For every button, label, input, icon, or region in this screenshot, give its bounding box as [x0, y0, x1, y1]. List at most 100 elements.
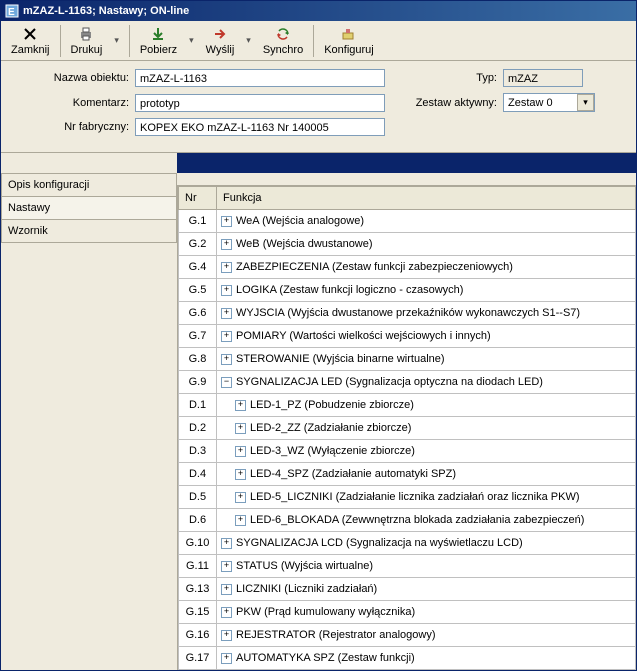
table-row[interactable]: G.15+PKW (Prąd kumulowany wyłącznika) [179, 601, 636, 624]
row-nr: G.17 [179, 647, 217, 670]
row-nr: G.7 [179, 325, 217, 348]
table-row[interactable]: G.13+LICZNIKI (Liczniki zadziałań) [179, 578, 636, 601]
config-button[interactable]: Konfiguruj [318, 23, 380, 58]
print-label: Drukuj [71, 43, 103, 56]
sync-label: Synchro [263, 43, 303, 56]
expand-icon[interactable]: + [221, 262, 232, 273]
window-titlebar: E mZAZ-L-1163; Nastawy; ON-line [1, 1, 636, 21]
expand-icon[interactable]: + [221, 285, 232, 296]
table-row[interactable]: G.8 + STEROWANIE (Wyjścia binarne wirtualn… [179, 348, 636, 371]
printer-icon [78, 25, 94, 43]
row-fn: + WeA (Wejścia analogowe) [217, 210, 636, 233]
gear-icon [341, 25, 357, 43]
content-header-strip [177, 153, 636, 173]
row-label: ZABEZPIECZENIA (Zestaw funkcji zabezpiec… [236, 261, 513, 273]
table-row[interactable]: G.1+WeA (Wejścia analogowe) [179, 210, 636, 233]
expand-icon[interactable]: + [235, 400, 246, 411]
table-row[interactable]: G.11+STATUS (Wyjścia wirtualne) [179, 555, 636, 578]
row-label: WeA (Wejścia analogowe) [236, 215, 364, 227]
col-header-fn[interactable]: Funkcja [217, 187, 636, 210]
expand-icon[interactable]: + [235, 469, 246, 480]
expand-icon[interactable]: + [235, 515, 246, 526]
row-label: STEROWANIE (Wyjścia binarne wirtualne) [236, 353, 445, 365]
table-row[interactable]: G.6 + WYJSCIA (Wyjścia dwustanowe przekaźn… [179, 302, 636, 325]
download-dropdown-icon[interactable]: ▾ [183, 35, 200, 46]
row-label: LED-5_LICZNIKI (Zadziałanie licznika zad… [250, 491, 580, 503]
comment-label: Komentarz: [11, 97, 135, 109]
table-row[interactable]: G.17 + AUTOMATYKA SPZ (Zestaw funkcji) [179, 647, 636, 670]
expand-icon[interactable]: + [235, 446, 246, 457]
table-row[interactable]: D.5 + LED-5_LICZNIKI (Zadziałanie licznika… [179, 486, 636, 509]
active-set-select[interactable]: Zestaw 0 ▾ [503, 93, 595, 112]
serial-label: Nr fabryczny: [11, 121, 135, 133]
table-row[interactable]: G.16+REJESTRATOR (Rejestrator analogowy) [179, 624, 636, 647]
form-area: Nazwa obiektu: mZAZ-L-1163 Typ: mZAZ Kom… [1, 61, 636, 153]
row-fn: + LED-6_BLOKADA (Zewwnętrzna blokada zadz… [217, 509, 636, 532]
object-name-field[interactable]: mZAZ-L-1163 [135, 69, 385, 87]
table-row[interactable]: D.4+LED-4_SPZ (Zadziałanie automatyki SP… [179, 463, 636, 486]
row-label: WYJSCIA (Wyjścia dwustanowe przekaźników… [236, 307, 580, 319]
serial-field[interactable]: KOPEX EKO mZAZ-L-1163 Nr 140005 [135, 118, 385, 136]
expand-icon[interactable]: + [221, 239, 232, 250]
expand-icon[interactable]: + [221, 630, 232, 641]
grid: Nr Funkcja G.1+WeA (Wejścia analogowe)G.… [177, 185, 636, 670]
send-button[interactable]: Wyślij [200, 23, 241, 58]
send-icon [212, 25, 228, 43]
toolbar-separator [60, 25, 61, 57]
row-fn: + WYJSCIA (Wyjścia dwustanowe przekaźnikó… [217, 302, 636, 325]
table-row[interactable]: G.9−SYGNALIZACJA LED (Sygnalizacja optyc… [179, 371, 636, 394]
comment-field[interactable]: prototyp [135, 94, 385, 112]
tab-template[interactable]: Wzornik [1, 220, 177, 243]
expand-icon[interactable]: + [221, 561, 232, 572]
print-dropdown-icon[interactable]: ▾ [108, 35, 125, 46]
row-fn: +SYGNALIZACJA LCD (Sygnalizacja na wyświ… [217, 532, 636, 555]
expand-icon[interactable]: + [221, 308, 232, 319]
row-label: REJESTRATOR (Rejestrator analogowy) [236, 629, 436, 641]
row-fn: +LED-2_ZZ (Zadziałanie zbiorcze) [217, 417, 636, 440]
print-button[interactable]: Drukuj [65, 23, 109, 58]
table-row[interactable]: G.7 + POMIARY (Wartości wielkości wejściow… [179, 325, 636, 348]
expand-icon[interactable]: + [235, 492, 246, 503]
expand-icon[interactable]: + [221, 354, 232, 365]
table-row[interactable]: G.4+ZABEZPIECZENIA (Zestaw funkcji zabez… [179, 256, 636, 279]
table-row[interactable]: D.2+LED-2_ZZ (Zadziałanie zbiorcze) [179, 417, 636, 440]
type-label: Typ: [385, 72, 503, 84]
row-nr: G.11 [179, 555, 217, 578]
row-nr: G.6 [179, 302, 217, 325]
expand-icon[interactable]: + [221, 653, 232, 664]
window-title: mZAZ-L-1163; Nastawy; ON-line [23, 1, 189, 21]
expand-icon[interactable]: + [221, 538, 232, 549]
expand-icon[interactable]: + [235, 423, 246, 434]
close-button[interactable]: Zamknij [5, 23, 56, 58]
row-label: AUTOMATYKA SPZ (Zestaw funkcji) [236, 652, 415, 664]
table-row[interactable]: G.2+WeB (Wejścia dwustanowe) [179, 233, 636, 256]
download-button[interactable]: Pobierz [134, 23, 183, 58]
row-nr: D.4 [179, 463, 217, 486]
row-label: POMIARY (Wartości wielkości wejściowych … [236, 330, 491, 342]
row-nr: D.5 [179, 486, 217, 509]
expand-icon[interactable]: + [221, 584, 232, 595]
collapse-icon[interactable]: − [221, 377, 232, 388]
table-row[interactable]: D.1+LED-1_PZ (Pobudzenie zbiorcze) [179, 394, 636, 417]
sync-icon [275, 25, 291, 43]
tab-config-desc[interactable]: Opis konfiguracji [1, 173, 177, 197]
tab-settings[interactable]: Nastawy [1, 197, 177, 220]
row-nr: G.13 [179, 578, 217, 601]
row-fn: +LED-1_PZ (Pobudzenie zbiorcze) [217, 394, 636, 417]
row-fn: +PKW (Prąd kumulowany wyłącznika) [217, 601, 636, 624]
table-row[interactable]: D.6+LED-6_BLOKADA (Zewwnętrzna blokada z… [179, 509, 636, 532]
download-icon [150, 25, 166, 43]
row-label: LOGIKA (Zestaw funkcji logiczno - czasow… [236, 284, 463, 296]
send-dropdown-icon[interactable]: ▾ [240, 35, 257, 46]
col-header-nr[interactable]: Nr [179, 187, 217, 210]
sync-button[interactable]: Synchro [257, 23, 309, 58]
row-label: LED-6_BLOKADA (Zewwnętrzna blokada zadzi… [250, 514, 584, 526]
expand-icon[interactable]: + [221, 216, 232, 227]
table-row[interactable]: G.10+SYGNALIZACJA LCD (Sygnalizacja na w… [179, 532, 636, 555]
table-row[interactable]: D.3+LED-3_WZ (Wyłączenie zbiorcze) [179, 440, 636, 463]
expand-icon[interactable]: + [221, 331, 232, 342]
row-nr: G.8 [179, 348, 217, 371]
object-name-label: Nazwa obiektu: [11, 72, 135, 84]
expand-icon[interactable]: + [221, 607, 232, 618]
table-row[interactable]: G.5+LOGIKA (Zestaw funkcji logiczno - cz… [179, 279, 636, 302]
